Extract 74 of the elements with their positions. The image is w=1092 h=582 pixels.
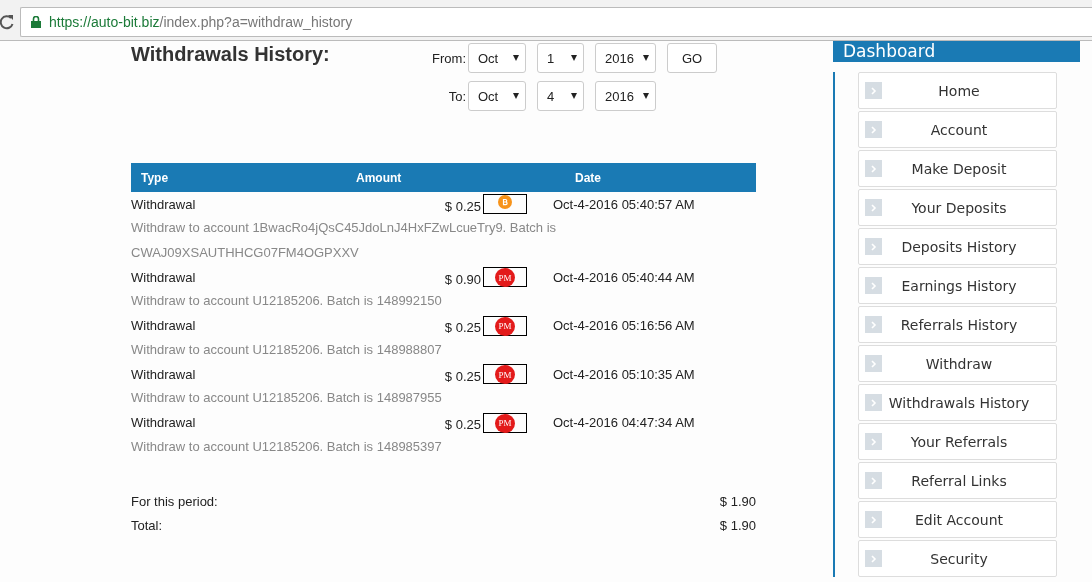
url-path: /index.php?a=withdraw_history (159, 14, 353, 30)
sidebar-item[interactable]: Deposits History (858, 228, 1057, 265)
sidebar-item[interactable]: Your Referrals (858, 423, 1057, 460)
column-heading: Type (140, 170, 170, 185)
column-heading: Amount (356, 170, 403, 185)
dropdown[interactable]: Oct (468, 81, 526, 111)
chevron-icon (865, 511, 882, 528)
chevron-icon (865, 316, 882, 333)
bitcoin-icon (498, 195, 512, 209)
total-value: $ 1.90 (719, 493, 756, 509)
type-cell-text: Withdrawal (131, 269, 197, 285)
transaction-note: Withdraw to account U12185206. Batch is 148987955 (131, 389, 443, 407)
date-cell-text: Oct-4-2016 05:40:57 AM (552, 196, 696, 212)
url-host: https://auto-bit.biz (49, 14, 160, 30)
lock-icon (31, 16, 41, 28)
sidebar-item[interactable]: Referrals History (858, 306, 1057, 343)
chevron-icon (865, 160, 882, 177)
transaction-note: Withdraw to account U12185206. Batch is 148992150 (131, 292, 443, 310)
sidebar-item[interactable]: Account (858, 111, 1057, 148)
amount-cell-text: $ 0.25 (443, 319, 482, 335)
type-cell-text: Withdrawal (131, 318, 197, 333)
sidebar-item[interactable]: Withdrawals History (858, 384, 1057, 421)
date-cell-text: Oct-4-2016 05:10:35 AM (552, 366, 696, 382)
reload-icon[interactable] (0, 14, 14, 30)
chevron-icon (865, 277, 882, 294)
amount-cell-text: $ 0.25 (443, 197, 482, 214)
payment-badge: PM (495, 316, 515, 336)
payment-badge: PM (495, 365, 515, 384)
sidebar-item[interactable]: Home (858, 72, 1057, 109)
dropdown[interactable]: 2016 (595, 81, 656, 111)
chevron-icon (865, 550, 882, 567)
chevron-icon (865, 199, 882, 216)
chevron-icon (865, 355, 882, 372)
dropdown[interactable]: Oct (468, 43, 526, 73)
sidebar-item[interactable]: Withdraw (858, 345, 1057, 382)
chevron-icon (865, 394, 882, 411)
chevron-icon (865, 238, 882, 255)
transaction-note: Withdraw to account U12185206. Batch is 148988807 (131, 340, 443, 359)
payment-badge: PM (495, 268, 515, 287)
page-title: Withdrawals History: (131, 43, 330, 67)
address-bar[interactable]: https://auto-bit.biz/index.php?a=withdraw_history (20, 7, 1092, 37)
sidebar-item[interactable]: Make Deposit (858, 150, 1057, 187)
sidebar-title: Dashboard (833, 41, 1080, 62)
sidebar-item[interactable]: Security (858, 540, 1057, 577)
sidebar-item[interactable]: Earnings History (858, 267, 1057, 304)
transaction-note: Withdraw to account U12185206. Batch is 148985397 (131, 437, 443, 456)
transaction-note: Withdraw to account 1BwacRo4jQsC45JdoLnJ4HxFZwLcueTry9. Batch is CWAJ09XSAUTHHCG07FM4OGPXXV (131, 219, 558, 262)
chevron-icon (865, 121, 882, 138)
type-cell-text: Withdrawal (131, 196, 197, 212)
dropdown[interactable]: 1 (537, 43, 584, 73)
amount-cell-text: $ 0.25 (443, 367, 482, 384)
sidebar-item[interactable]: Your Deposits (858, 189, 1057, 226)
amount-cell-text: $ 0.90 (443, 270, 482, 287)
chevron-icon (865, 82, 882, 99)
type-cell-text: Withdrawal (131, 415, 197, 430)
from-label: From: (432, 50, 466, 66)
column-heading: Date (575, 170, 602, 185)
amount-cell-text: $ 0.25 (443, 416, 482, 432)
chevron-icon (865, 472, 882, 489)
dropdown[interactable]: 2016 (595, 43, 656, 73)
type-cell-text: Withdrawal (131, 366, 197, 382)
dropdown[interactable]: 4 (537, 81, 584, 111)
total-value: $ 1.90 (719, 517, 756, 533)
date-cell-text: Oct-4-2016 04:47:34 AM (552, 415, 696, 430)
go-button[interactable]: GO (667, 43, 717, 73)
total-label: For this period: (131, 493, 218, 509)
chevron-icon (865, 433, 882, 450)
sidebar-item[interactable]: Referral Links (858, 462, 1057, 499)
payment-badge: PM (495, 413, 515, 433)
to-label: To: (447, 88, 466, 104)
sidebar-item[interactable]: Edit Account (858, 501, 1057, 538)
date-cell-text: Oct-4-2016 05:40:44 AM (552, 269, 696, 285)
date-cell-text: Oct-4-2016 05:16:56 AM (552, 318, 696, 333)
total-label: Total: (131, 517, 163, 533)
